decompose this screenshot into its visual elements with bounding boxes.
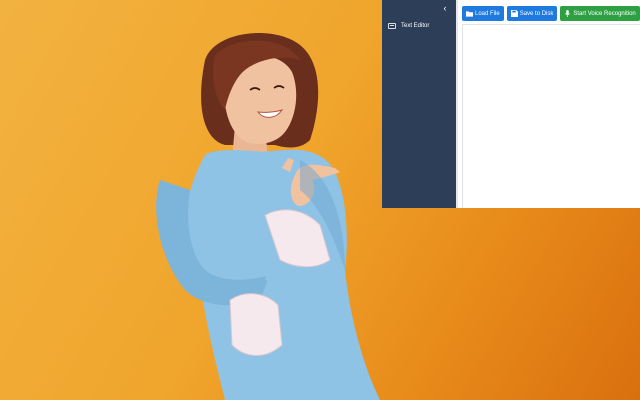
start-voice-recognition-button[interactable]: Start Voice Recognition — [560, 6, 640, 21]
chevron-left-icon[interactable]: ‹ — [440, 3, 450, 13]
microphone-icon — [565, 10, 571, 17]
editor-panel: Load File Save to Disk Start Voice Recog… — [458, 0, 640, 208]
sidebar: ‹ Text Editor — [382, 0, 456, 208]
save-to-disk-button[interactable]: Save to Disk — [506, 6, 558, 21]
sidebar-item-label: Text Editor — [401, 23, 430, 29]
save-to-disk-label: Save to Disk — [519, 10, 554, 17]
keyboard-icon — [388, 23, 396, 29]
load-file-button[interactable]: Load File — [462, 6, 504, 21]
text-editor-area[interactable] — [462, 24, 640, 208]
sidebar-item-text-editor[interactable]: Text Editor — [388, 20, 429, 32]
load-file-label: Load File — [475, 10, 500, 17]
toolbar: Load File Save to Disk Start Voice Recog… — [462, 6, 640, 21]
save-icon — [510, 10, 518, 17]
folder-open-icon — [466, 11, 473, 17]
start-voice-recognition-label: Start Voice Recognition — [573, 10, 636, 17]
